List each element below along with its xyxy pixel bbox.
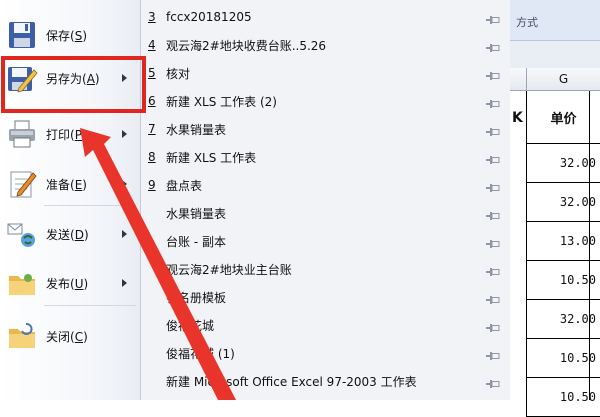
red-arrow-icon — [80, 128, 236, 400]
annotation-arrow — [80, 128, 236, 400]
